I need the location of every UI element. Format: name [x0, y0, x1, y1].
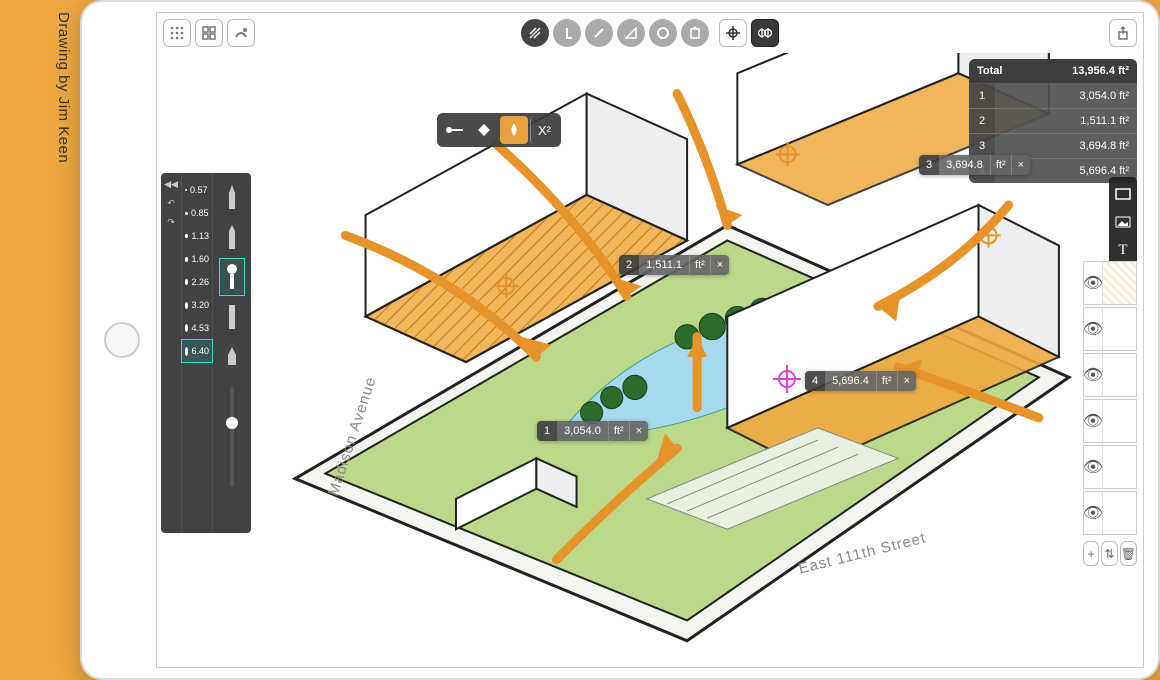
measurement-callout-3[interactable]: 33,694.8ft²×	[919, 155, 1030, 175]
measurement-callout-2[interactable]: 21,511.1ft²×	[619, 255, 729, 275]
fill-button[interactable]	[470, 116, 498, 144]
brush-pencil[interactable]	[220, 219, 244, 255]
layers-panel: 👁 👁 👁 👁 👁 👁 + ⇅ 🗑	[1083, 261, 1137, 566]
callout-index: 3	[919, 155, 939, 175]
top-toolbar	[157, 13, 1143, 53]
slider-thumb[interactable]	[226, 417, 238, 429]
callout-value: 1,511.1	[639, 255, 689, 275]
brush-toolbar: ◀◀ ↶ ↷ 0.57 0.85 1.13 1.60 2.26 3.20 4.5…	[161, 173, 251, 533]
credit-text: Drawing by Jim Keen	[55, 12, 72, 163]
callout-unit: ft²	[990, 155, 1011, 175]
callout-close[interactable]: ×	[710, 255, 729, 275]
eye-icon[interactable]: 👁	[1084, 365, 1102, 385]
eye-icon[interactable]: 👁	[1084, 411, 1102, 431]
callout-index: 1	[537, 421, 557, 441]
eye-icon[interactable]: 👁	[1084, 457, 1102, 477]
canvas[interactable]	[255, 53, 1079, 661]
callout-close[interactable]: ×	[629, 421, 648, 441]
brush-marker[interactable]	[220, 259, 244, 295]
hatch-tool[interactable]	[521, 19, 549, 47]
callout-index: 4	[805, 371, 825, 391]
callout-unit: ft²	[608, 421, 629, 441]
area-total-label: Total	[969, 59, 1064, 83]
measurement-callout-1[interactable]: 13,054.0ft²×	[537, 421, 648, 441]
undo-button[interactable]: ↶	[167, 198, 175, 209]
measurement-callout-4[interactable]: 45,696.4ft²×	[805, 371, 916, 391]
insert-rect[interactable]	[1109, 181, 1137, 207]
callout-unit: ft²	[689, 255, 710, 275]
brush-size-6[interactable]: 4.53	[182, 317, 212, 339]
area-row-2[interactable]: 2 1,511.1 ft²	[969, 109, 1137, 134]
layer-2[interactable]: 👁	[1083, 307, 1137, 351]
callout-index: 2	[619, 255, 639, 275]
layer-add[interactable]: +	[1083, 541, 1099, 566]
callout-close[interactable]: ×	[897, 371, 916, 391]
share-button[interactable]	[1109, 19, 1137, 47]
brush-size-7[interactable]: 6.40	[182, 340, 212, 362]
brush-size-0[interactable]: 0.57	[182, 179, 212, 201]
callout-value: 3,694.8	[939, 155, 990, 175]
brush-size-2[interactable]: 1.13	[182, 225, 212, 247]
home-button[interactable]	[104, 322, 140, 358]
insert-image[interactable]	[1109, 209, 1137, 235]
area-total-value: 13,956.4 ft²	[1064, 59, 1137, 83]
brush-pen[interactable]	[220, 179, 244, 215]
insert-toolbar: T	[1109, 177, 1137, 267]
style-popup[interactable]: X²	[437, 113, 561, 147]
app-screen: Madison Avenue East 111th Street	[156, 12, 1144, 668]
area-mode-button[interactable]: X²	[530, 116, 558, 144]
angle-tool[interactable]	[553, 19, 581, 47]
line-style-button[interactable]	[440, 116, 468, 144]
eye-icon[interactable]: 👁	[1084, 273, 1102, 293]
pen-tool[interactable]	[585, 19, 613, 47]
layer-delete[interactable]: 🗑	[1120, 541, 1137, 566]
brush-size-5[interactable]: 3.20	[182, 294, 212, 316]
grid-button[interactable]	[163, 19, 191, 47]
brush-size-3[interactable]: 1.60	[182, 248, 212, 270]
area-row-1[interactable]: 1 3,054.0 ft²	[969, 84, 1137, 109]
brush-size-4[interactable]: 2.26	[182, 271, 212, 293]
area-total-row: Total 13,956.4 ft²	[969, 59, 1137, 84]
brush-size-1[interactable]: 0.85	[182, 202, 212, 224]
layer-4[interactable]: 👁	[1083, 399, 1137, 443]
callout-value: 3,054.0	[557, 421, 608, 441]
insert-text[interactable]: T	[1109, 237, 1137, 263]
layer-merge[interactable]: ⇅	[1101, 541, 1117, 566]
layer-5[interactable]: 👁	[1083, 445, 1137, 489]
settings-button[interactable]	[227, 19, 255, 47]
apps-button[interactable]	[195, 19, 223, 47]
eye-icon[interactable]: 👁	[1084, 503, 1102, 523]
brush-highlighter[interactable]	[220, 299, 244, 335]
multi-target-tool[interactable]	[751, 19, 779, 47]
layer-1[interactable]: 👁	[1083, 261, 1137, 305]
eye-icon[interactable]: 👁	[1084, 319, 1102, 339]
export-tool[interactable]	[681, 19, 709, 47]
callout-close[interactable]: ×	[1011, 155, 1030, 175]
brush-eraser[interactable]	[220, 339, 244, 375]
redo-button[interactable]: ↷	[167, 217, 175, 228]
layer-6[interactable]: 👁	[1083, 491, 1137, 535]
callout-unit: ft²	[876, 371, 897, 391]
callout-value: 5,696.4	[825, 371, 876, 391]
ruler-tool[interactable]	[617, 19, 645, 47]
circle-tool[interactable]	[649, 19, 677, 47]
opacity-slider[interactable]	[230, 387, 234, 487]
collapse-button[interactable]: ◀◀	[164, 179, 178, 190]
layer-3[interactable]: 👁	[1083, 353, 1137, 397]
target-tool[interactable]	[719, 19, 747, 47]
tablet-frame: Drawing by Jim Keen	[80, 0, 1160, 680]
opacity-button[interactable]	[500, 116, 528, 144]
